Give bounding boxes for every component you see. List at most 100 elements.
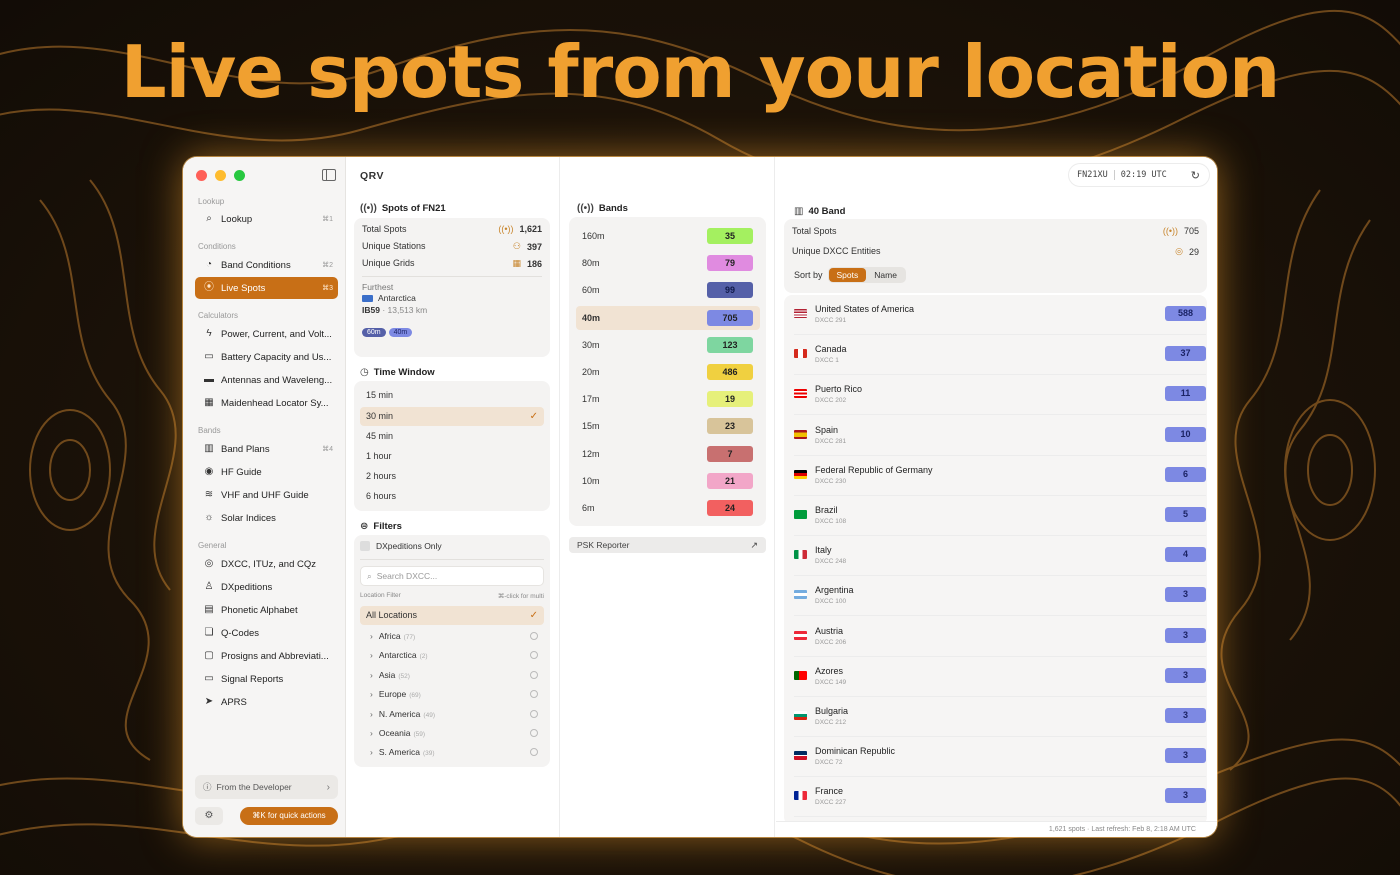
filters-card: DXpeditions Only ⌕ Search DXCC... Locatio…: [354, 535, 550, 767]
band-row-30m[interactable]: 30m 123: [576, 333, 760, 357]
radio-button[interactable]: [530, 710, 538, 718]
grid-locator: FN21XU: [1077, 170, 1108, 180]
settings-button[interactable]: ⚙: [195, 807, 223, 825]
sidebar-item-prosigns[interactable]: ▢ Prosigns and Abbreviati...: [195, 645, 338, 667]
chevron-right-icon: ›: [370, 650, 373, 660]
time-option[interactable]: 6 hours: [360, 487, 544, 506]
book-icon: ▤: [204, 604, 214, 615]
sidebar-item-battery[interactable]: ▭ Battery Capacity and Us...: [195, 346, 338, 368]
entity-row[interactable]: Canada DXCC 1 37: [794, 335, 1206, 376]
sidebar-item-band-conditions[interactable]: ◔ Band Conditions ⌘2: [195, 254, 338, 276]
time-option[interactable]: 1 hour: [360, 447, 544, 466]
entity-row[interactable]: France DXCC 227 3: [794, 777, 1206, 818]
sidebar-item-maidenhead[interactable]: ▦ Maidenhead Locator Sy...: [195, 392, 338, 414]
band-name: 160m: [582, 231, 605, 241]
close-button[interactable]: [196, 170, 207, 181]
filters-header: ⊜ Filters: [360, 521, 402, 532]
band-row-40m[interactable]: 40m 705: [576, 305, 760, 330]
entity-row[interactable]: Argentina DXCC 100 3: [794, 576, 1206, 617]
sidebar-item-hf-guide[interactable]: ◉ HF Guide: [195, 461, 338, 483]
band-total-spots-row: Total Spots ((•)) 705: [792, 226, 1199, 236]
dxpeditions-only-toggle[interactable]: DXpeditions Only: [360, 541, 442, 551]
continent-row-antarctica[interactable]: › Antarctica (2): [360, 646, 544, 665]
band-row-6m[interactable]: 6m 24: [576, 496, 760, 520]
minimize-button[interactable]: [215, 170, 226, 181]
sidebar-item-qcodes[interactable]: ❏ Q-Codes: [195, 622, 338, 644]
sidebar-item-live-spots[interactable]: ⦿ Live Spots ⌘3: [195, 277, 338, 299]
entity-row[interactable]: Azores DXCC 149 3: [794, 657, 1206, 697]
headline: Live spots from your location: [120, 30, 1280, 114]
band-name: 12m: [582, 448, 600, 459]
status-bar: FN21XU 02:19 UTC ↻: [1069, 164, 1209, 186]
country-flag-icon: [794, 429, 807, 439]
entity-row[interactable]: United States of America DXCC 291 588: [794, 295, 1206, 335]
external-link-icon: ↗: [750, 540, 758, 550]
radio-button[interactable]: [530, 748, 538, 756]
time-option-selected[interactable]: 30 min ✓: [360, 407, 544, 426]
sidebar-item-phonetic[interactable]: ▤ Phonetic Alphabet: [195, 599, 338, 621]
entity-row[interactable]: Brazil DXCC 108 5: [794, 496, 1206, 536]
sidebar-item-dxcc[interactable]: ◎ DXCC, ITUz, and CQz: [195, 553, 338, 575]
band-row-160m[interactable]: 160m 35: [576, 224, 760, 248]
psk-reporter-link[interactable]: PSK Reporter ↗: [569, 537, 766, 553]
band-row-10m[interactable]: 10m 21: [576, 469, 760, 493]
entity-name: Federal Republic of Germany: [815, 464, 933, 475]
entity-row[interactable]: Austria DXCC 206 3: [794, 617, 1206, 657]
quick-actions-button[interactable]: ⌘K for quick actions: [240, 807, 338, 825]
sidebar-item-signal-reports[interactable]: ▭ Signal Reports: [195, 668, 338, 690]
radio-button[interactable]: [530, 729, 538, 737]
band-row-15m[interactable]: 15m 23: [576, 414, 760, 438]
bars-icon: ▥: [204, 443, 214, 454]
sidebar-item-band-plans[interactable]: ▥ Band Plans ⌘4: [195, 438, 338, 460]
band-row-17m[interactable]: 17m 19: [576, 387, 760, 411]
band-row-60m[interactable]: 60m 99: [576, 278, 760, 302]
continent-row-s-america[interactable]: › S. America (39): [360, 743, 544, 762]
entity-row[interactable]: Puerto Rico DXCC 202 11: [794, 375, 1206, 416]
entity-row[interactable]: Spain DXCC 281 10: [794, 416, 1206, 456]
band-row-12m[interactable]: 12m 7: [576, 442, 760, 466]
from-developer-button[interactable]: ⓘ From the Developer ›: [195, 775, 338, 799]
zoom-button[interactable]: [234, 170, 245, 181]
battery-icon: ▭: [204, 351, 214, 362]
time-option[interactable]: 45 min: [360, 427, 544, 446]
sort-by-name-button[interactable]: Name: [866, 268, 905, 282]
checkbox[interactable]: [360, 541, 370, 551]
entity-row[interactable]: Dominican Republic DXCC 72 3: [794, 737, 1206, 778]
country-flag-icon: [794, 309, 807, 318]
continent-row-oceania[interactable]: › Oceania (59): [360, 724, 544, 743]
entity-dxcc: DXCC 230: [815, 477, 847, 485]
sidebar-item-power[interactable]: ϟ Power, Current, and Volt...: [195, 323, 338, 345]
entity-count-badge: 3: [1165, 627, 1206, 643]
radio-button[interactable]: [530, 651, 538, 659]
time-option[interactable]: 15 min: [360, 386, 544, 405]
chevron-right-icon: ›: [370, 728, 373, 738]
continent-row-europe[interactable]: › Europe (69): [360, 685, 544, 704]
entity-row[interactable]: Federal Republic of Germany DXCC 230 6: [794, 456, 1206, 496]
entity-row[interactable]: Bulgaria DXCC 212 3: [794, 697, 1206, 737]
bars-icon: ▥: [794, 206, 804, 217]
sidebar-toggle-icon[interactable]: [322, 169, 336, 181]
radio-button[interactable]: [530, 632, 538, 640]
refresh-icon[interactable]: ↻: [1191, 169, 1200, 182]
search-dxcc-input[interactable]: ⌕ Search DXCC...: [360, 566, 544, 586]
radio-button[interactable]: [530, 690, 538, 698]
sidebar-item-dxpeditions[interactable]: ♙ DXpeditions: [195, 576, 338, 598]
band-row-20m[interactable]: 20m 486: [576, 360, 760, 384]
bands-column: ((•)) Bands 160m 35 80m 79 60m 99 40m 705 30m 123 2…: [561, 157, 775, 837]
continent-row-asia[interactable]: › Asia (52): [360, 666, 544, 685]
sidebar-item-lookup[interactable]: ⌕ Lookup ⌘1: [195, 208, 338, 230]
continent-row-n-america[interactable]: › N. America (49): [360, 705, 544, 724]
sort-by-spots-button[interactable]: Spots: [828, 268, 867, 282]
time-option[interactable]: 2 hours: [360, 467, 544, 486]
sidebar-item-solar[interactable]: ☼ Solar Indices: [195, 507, 338, 529]
sidebar-item-aprs[interactable]: ➤ APRS: [195, 691, 338, 713]
sidebar-item-antennas[interactable]: ▬ Antennas and Waveleng...: [195, 369, 338, 391]
sidebar-item-vhf-uhf[interactable]: ≋ VHF and UHF Guide: [195, 484, 338, 506]
all-locations-option[interactable]: All Locations ✓: [360, 606, 544, 625]
entity-row[interactable]: Italy DXCC 248 4: [794, 536, 1206, 577]
radio-button[interactable]: [530, 671, 538, 679]
continent-row-africa[interactable]: › Africa (77): [360, 627, 544, 646]
band-row-80m[interactable]: 80m 79: [576, 251, 760, 275]
info-icon: ⓘ: [203, 782, 212, 792]
entity-name: Brazil: [815, 505, 838, 515]
